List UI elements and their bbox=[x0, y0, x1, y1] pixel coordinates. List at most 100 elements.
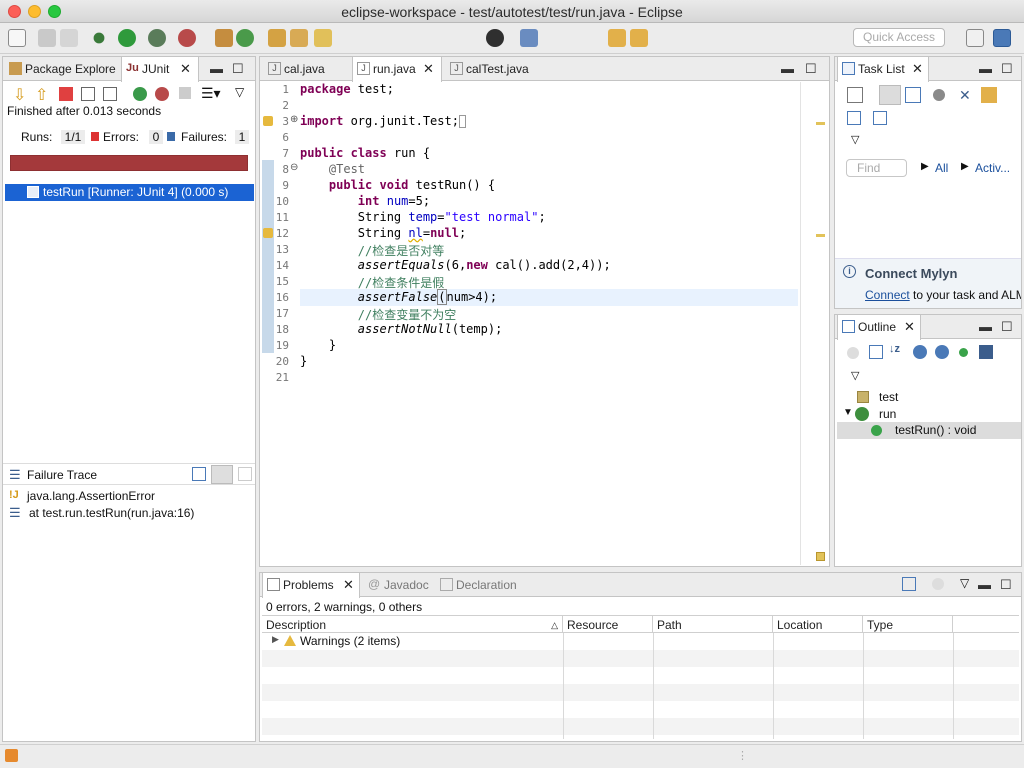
code-line[interactable]: //检查是否对等 bbox=[300, 242, 444, 259]
hide-local-types-icon[interactable] bbox=[979, 345, 993, 359]
tab-javadoc[interactable]: @ Javadoc bbox=[364, 573, 436, 597]
view-menu-icon[interactable]: ▽ bbox=[960, 576, 969, 590]
hide-fields-icon[interactable] bbox=[847, 347, 859, 359]
all-link[interactable]: All bbox=[935, 161, 948, 175]
previous-failure-icon[interactable]: ⇧ bbox=[35, 85, 48, 105]
show-failures-icon[interactable] bbox=[59, 87, 73, 101]
filters-icon[interactable] bbox=[932, 578, 944, 590]
connect-link[interactable]: Connect bbox=[865, 288, 910, 302]
history-icon[interactable]: ☰▾ bbox=[201, 85, 221, 102]
outline-item-test[interactable]: test bbox=[857, 389, 1017, 406]
expand-icon[interactable]: ▶ bbox=[272, 634, 279, 645]
resize-handle-icon[interactable]: ⋮ bbox=[737, 749, 748, 762]
code-line[interactable]: assertNotNull(temp); bbox=[300, 322, 503, 336]
open-perspective-icon[interactable] bbox=[966, 29, 984, 47]
view-menu-icon[interactable]: ▽ bbox=[851, 133, 859, 146]
code-line[interactable]: assertEquals(6,new cal().add(2,4)); bbox=[300, 258, 611, 272]
rerun-failed-icon[interactable] bbox=[155, 87, 169, 101]
next-failure-icon[interactable]: ⇩ bbox=[13, 85, 26, 105]
outline-item-run[interactable]: ▼ run bbox=[843, 406, 1013, 423]
rss-icon[interactable] bbox=[5, 749, 18, 762]
warning-icon[interactable] bbox=[263, 228, 273, 238]
save-icon[interactable] bbox=[38, 29, 56, 47]
pin-icon[interactable] bbox=[520, 29, 538, 47]
warning-marker[interactable] bbox=[816, 234, 825, 237]
hide-static-icon[interactable] bbox=[913, 345, 927, 359]
quick-access-input[interactable]: Quick Access bbox=[853, 28, 945, 47]
code-line[interactable]: } bbox=[300, 354, 307, 368]
collapse-all-icon[interactable]: ✕ bbox=[959, 87, 971, 104]
maximize-icon[interactable]: ☐ bbox=[1001, 61, 1013, 77]
new-package-icon[interactable] bbox=[215, 29, 233, 47]
focus-icon[interactable] bbox=[933, 89, 945, 101]
new-task-icon[interactable] bbox=[847, 87, 863, 103]
forward-icon[interactable] bbox=[630, 29, 648, 47]
warning-marker[interactable] bbox=[816, 122, 825, 125]
search-icon[interactable] bbox=[314, 29, 332, 47]
scroll-lock-icon[interactable] bbox=[81, 87, 95, 101]
code-line[interactable]: } bbox=[300, 338, 336, 352]
code-line[interactable]: public void testRun() { bbox=[300, 178, 495, 192]
tab-junit[interactable]: Ju JUnit ✕ bbox=[121, 57, 199, 82]
tab-task-list[interactable]: Task List ✕ bbox=[837, 57, 929, 82]
compare-icon[interactable] bbox=[192, 467, 206, 481]
collapse-icon[interactable] bbox=[847, 111, 861, 125]
code-line[interactable]: import org.junit.Test; bbox=[300, 114, 466, 128]
activate-link[interactable]: Activ... bbox=[975, 161, 1010, 175]
outline-item-testrun[interactable]: testRun() : void bbox=[837, 422, 1021, 439]
open-folder-icon[interactable] bbox=[290, 29, 308, 47]
save-all-icon[interactable] bbox=[60, 29, 78, 47]
collapse-all-icon[interactable] bbox=[869, 345, 883, 359]
new-icon[interactable] bbox=[8, 29, 26, 47]
close-icon[interactable]: ✕ bbox=[180, 57, 191, 81]
expand-fold-icon[interactable]: ⊕ bbox=[290, 114, 298, 125]
rerun-icon[interactable] bbox=[133, 87, 147, 101]
toggle-mark-icon[interactable] bbox=[486, 29, 504, 47]
public-member-icon[interactable] bbox=[959, 348, 968, 357]
find-input[interactable]: Find bbox=[846, 159, 907, 177]
tab-outline[interactable]: Outline ✕ bbox=[837, 315, 921, 340]
code-line[interactable]: String nl=null; bbox=[300, 226, 466, 240]
maximize-icon[interactable]: ☐ bbox=[1001, 319, 1013, 335]
open-type-icon[interactable] bbox=[268, 29, 286, 47]
code-line[interactable]: @Test bbox=[300, 162, 365, 176]
column-type[interactable]: Type bbox=[863, 616, 953, 634]
column-description[interactable]: Description △ bbox=[262, 616, 563, 634]
debug-icon[interactable] bbox=[90, 29, 108, 47]
maximize-icon[interactable]: ☐ bbox=[805, 61, 817, 77]
sort-icon[interactable]: ↓z bbox=[889, 343, 900, 355]
tab-declaration[interactable]: Declaration bbox=[436, 573, 536, 597]
minimize-icon[interactable]: ▬ bbox=[781, 61, 794, 76]
new-class-icon[interactable] bbox=[236, 29, 254, 47]
code-line[interactable]: //检查条件是假 bbox=[300, 274, 444, 291]
code-line[interactable]: //检查变量不为空 bbox=[300, 306, 456, 323]
hide-non-public-icon[interactable] bbox=[935, 345, 949, 359]
tab-problems[interactable]: Problems ✕ bbox=[262, 573, 360, 598]
maximize-icon[interactable]: ☐ bbox=[1000, 577, 1012, 593]
layout-icon[interactable] bbox=[103, 87, 117, 101]
column-location[interactable]: Location bbox=[773, 616, 863, 634]
collapse-fold-icon[interactable]: ⊖ bbox=[290, 162, 298, 173]
maximize-icon[interactable]: ☐ bbox=[232, 61, 244, 77]
sync-icon[interactable] bbox=[981, 87, 997, 103]
chevron-down-icon[interactable]: ▼ bbox=[843, 407, 853, 418]
table-row[interactable]: ▶ Warnings (2 items) bbox=[262, 633, 1019, 650]
close-icon[interactable]: ✕ bbox=[343, 573, 354, 597]
close-icon[interactable]: ✕ bbox=[423, 57, 434, 81]
close-icon[interactable]: ✕ bbox=[912, 57, 923, 81]
stop-icon[interactable] bbox=[179, 87, 191, 99]
scheduled-icon[interactable] bbox=[905, 87, 921, 103]
trace-line[interactable]: !J java.lang.AssertionError bbox=[9, 488, 249, 505]
code-line[interactable]: String temp="test normal"; bbox=[300, 210, 546, 224]
minimize-icon[interactable]: ▬ bbox=[978, 577, 991, 592]
tab-caltest-java[interactable]: J calTest.java bbox=[446, 57, 546, 81]
code-line[interactable]: assertFalse(num>4); bbox=[300, 289, 497, 305]
back-icon[interactable] bbox=[608, 29, 626, 47]
minimize-icon[interactable]: ▬ bbox=[979, 319, 992, 334]
warning-icon[interactable] bbox=[263, 116, 273, 126]
code-line[interactable]: public class run { bbox=[300, 146, 430, 160]
view-menu-icon[interactable]: ▽ bbox=[235, 85, 244, 99]
close-icon[interactable]: ✕ bbox=[904, 315, 915, 339]
tab-package-explorer[interactable]: Package Explore bbox=[5, 57, 119, 81]
code-line[interactable]: package test; bbox=[300, 82, 394, 96]
